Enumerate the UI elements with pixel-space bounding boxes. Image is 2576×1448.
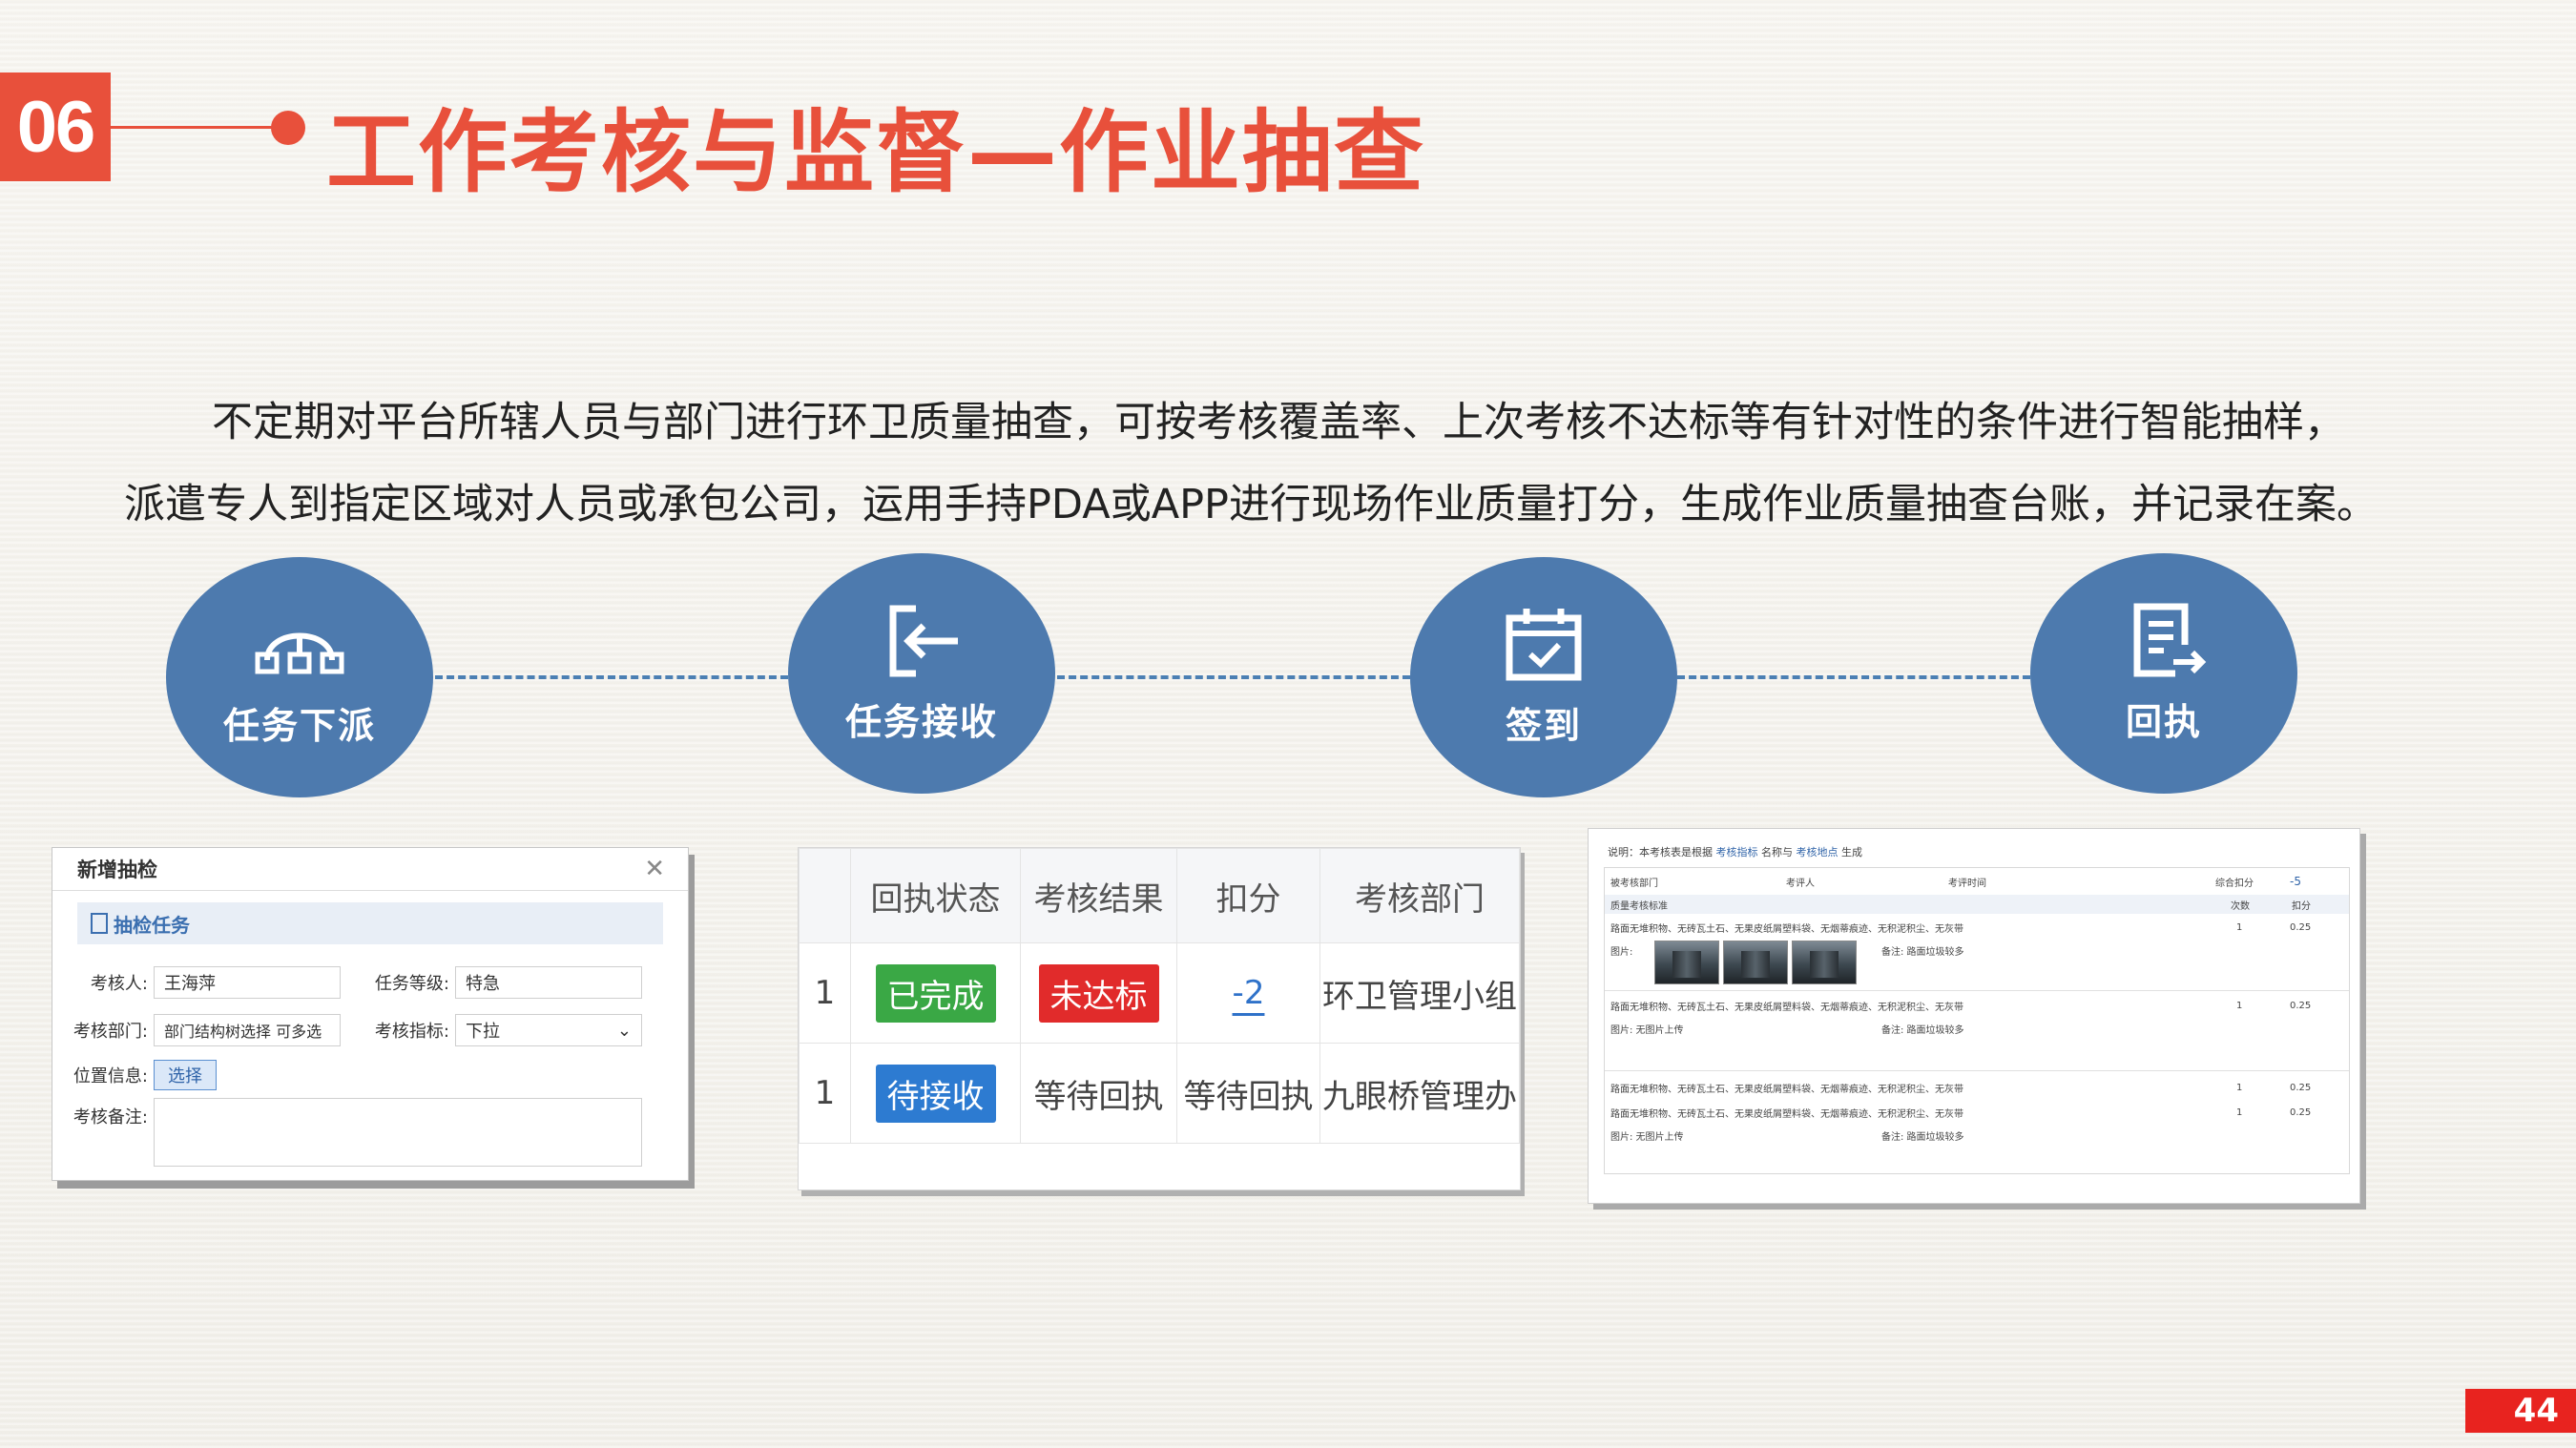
row-index: 1 [799, 1043, 851, 1144]
new-inspection-dialog: 新增抽检 ✕ 抽检任务 考核人: 王海萍 任务等级: 特急 考核部门: 部门结构… [52, 847, 689, 1181]
remark-row: 考核备注: [52, 1098, 642, 1167]
form-section-header: 抽检任务 [77, 902, 663, 944]
photo-thumbnail[interactable] [1654, 941, 1719, 984]
status-badge: 待接收 [875, 1064, 996, 1123]
flow-step-dispatch: 任务下派 [166, 557, 433, 797]
status-badge: 已完成 [875, 963, 996, 1023]
table-row[interactable]: 1 已完成 未达标 -2 环卫管理小组 [799, 942, 1520, 1044]
chevron-down-icon: ⌄ [616, 1020, 632, 1041]
flow-connector-2 [1057, 675, 1410, 679]
flow-step-receipt: 回执 [2030, 553, 2297, 794]
table-row: 路面无堆积物、无砖瓦土石、无果皮纸屑塑料袋、无烟蒂痕迹、无积泥积尘、无灰带 1 … [1610, 1000, 2312, 1013]
dept-tree-select[interactable]: 部门结构树选择 可多选 [154, 1014, 341, 1046]
description: 不定期对平台所辖人员与部门进行环卫质量抽查，可按考核覆盖率、上次考核不达标等有针… [124, 382, 2471, 546]
task-level-label: 任务等级: [374, 974, 449, 994]
description-line-2: 派遣专人到指定区域对人员或承包公司，运用手持PDA或APP进行现场作业质量打分，… [124, 481, 2378, 528]
assessment-report: 说明：本考核表是根据 考核指标 名称与 考核地点 生成 被考核部门 考评人 考评… [1588, 828, 2360, 1204]
row-index: 1 [799, 942, 851, 1044]
task-level-input[interactable]: 特急 [455, 966, 642, 999]
dept-label: 考核部门: [73, 1022, 148, 1042]
result-badge: 未达标 [1038, 963, 1159, 1023]
deduct-link[interactable]: -2 [1233, 974, 1265, 1012]
report-table: 被考核部门 考评人 考评时间 综合扣分 -5 质量考核标准 次数 扣分 路面无堆… [1604, 867, 2350, 1174]
total-deduct: -5 [2290, 875, 2301, 888]
location-select-button[interactable]: 选择 [154, 1060, 217, 1090]
close-icon[interactable]: ✕ [644, 855, 665, 883]
index-select[interactable]: 下拉 ⌄ [455, 1014, 642, 1046]
flow-step-label: 任务下派 [222, 704, 376, 747]
divider [1605, 1070, 2349, 1071]
table-row: 路面无堆积物、无砖瓦土石、无果皮纸屑塑料袋、无烟蒂痕迹、无积泥积尘、无灰带 1 … [1610, 1082, 2312, 1095]
col-receipt-status: 回执状态 [850, 848, 1021, 943]
report-pic-row: 图片: 无图片上传 备注: 路面垃圾较多 [1610, 1131, 1964, 1143]
report-note: 说明：本考核表是根据 考核指标 名称与 考核地点 生成 [1608, 846, 1862, 858]
flow-connector-1 [435, 675, 788, 679]
report-pic-row: 图片: 无图片上传 备注: 路面垃圾较多 [1610, 1024, 1964, 1036]
form-section-title: 抽检任务 [114, 913, 190, 937]
table-row: 路面无堆积物、无砖瓦土石、无果皮纸屑塑料袋、无烟蒂痕迹、无积泥积尘、无灰带 1 … [1610, 921, 2312, 935]
location-label: 位置信息: [73, 1066, 148, 1086]
title-connector-line [111, 126, 279, 129]
index-row: 考核指标: 下拉 ⌄ [354, 1014, 642, 1046]
dialog-header: 新增抽检 ✕ [52, 848, 688, 891]
assessor-label: 考核人: [90, 974, 148, 994]
report-std-row: 质量考核标准 次数 扣分 [1605, 895, 2349, 914]
table-row[interactable]: 1 待接收 等待回执 等待回执 九眼桥管理办 [799, 1043, 1520, 1144]
remark-textarea[interactable] [154, 1098, 642, 1167]
flow-step-receive: 任务接收 [788, 553, 1055, 794]
deduct-cell: 等待回执 [1176, 1043, 1320, 1144]
col-result: 考核结果 [1020, 848, 1177, 943]
page-title: 工作考核与监督—作业抽查 [326, 101, 1426, 205]
title-connector-dot [271, 111, 305, 145]
flow-step-label: 签到 [1505, 704, 1582, 747]
col-dept: 考核部门 [1319, 848, 1520, 943]
document-icon [91, 913, 108, 934]
report-header-row: 被考核部门 考评人 考评时间 综合扣分 -5 [1610, 875, 2301, 889]
assessor-input[interactable]: 王海萍 [154, 966, 341, 999]
col-deduct: 扣分 [1176, 848, 1320, 943]
flow-connector-3 [1677, 675, 2030, 679]
document-export-icon [2133, 603, 2207, 676]
result-cell: 等待回执 [1020, 1043, 1177, 1144]
location-row: 位置信息: 选择 [52, 1060, 217, 1090]
page-number: 44 [2465, 1389, 2576, 1433]
flow-step-label: 回执 [2125, 700, 2202, 743]
flow-step-label: 任务接收 [844, 700, 998, 743]
index-label: 考核指标: [374, 1022, 449, 1042]
calendar-check-icon [1506, 608, 1582, 680]
table-header-row: 回执状态 考核结果 扣分 考核部门 [799, 848, 1520, 943]
col-index [799, 848, 851, 943]
task-level-row: 任务等级: 特急 [354, 966, 642, 999]
divider [1605, 990, 2349, 991]
inspection-status-table: 回执状态 考核结果 扣分 考核部门 1 已完成 未达标 -2 环卫管理小组 1 … [798, 847, 1521, 1190]
flow-step-checkin: 签到 [1410, 557, 1677, 797]
remark-label: 考核备注: [73, 1107, 148, 1127]
hierarchy-icon [255, 632, 344, 673]
photo-thumbnail[interactable] [1723, 941, 1788, 984]
sign-in-icon [889, 605, 958, 676]
table-row: 路面无堆积物、无砖瓦土石、无果皮纸屑塑料袋、无烟蒂痕迹、无积泥积尘、无灰带 1 … [1610, 1107, 2312, 1120]
photo-thumbnail[interactable] [1792, 941, 1857, 984]
description-line-1: 不定期对平台所辖人员与部门进行环卫质量抽查，可按考核覆盖率、上次考核不达标等有针… [212, 399, 2345, 446]
dept-row: 考核部门: 部门结构树选择 可多选 [52, 1014, 341, 1046]
dept-cell: 环卫管理小组 [1319, 942, 1520, 1044]
section-number-badge: 06 [0, 72, 111, 181]
dialog-title: 新增抽检 [77, 858, 157, 881]
dept-cell: 九眼桥管理办 [1319, 1043, 1520, 1144]
assessor-row: 考核人: 王海萍 [52, 966, 341, 999]
